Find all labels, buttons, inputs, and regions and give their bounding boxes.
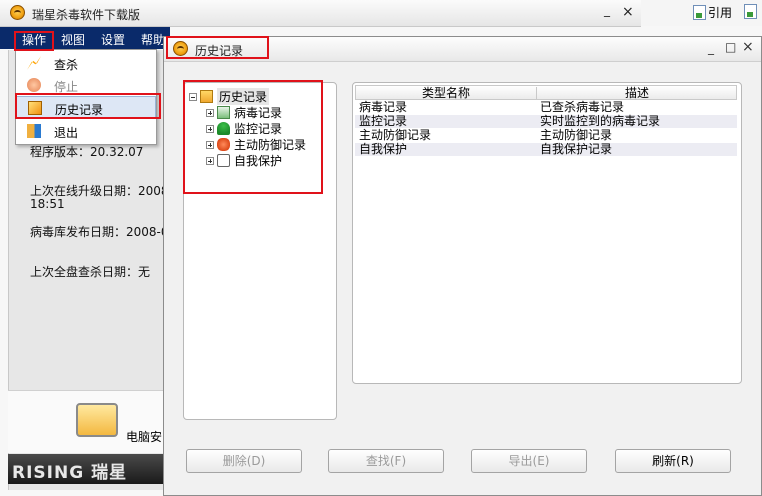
expand-toggle-icon[interactable]: [206, 140, 214, 149]
table-row[interactable]: 自我保护 自我保护记录: [355, 143, 737, 156]
operations-menu: 查杀 停止 历史记录 退出: [15, 49, 157, 145]
menu-item-stop[interactable]: 停止: [16, 74, 156, 96]
export-button[interactable]: 导出(E): [471, 449, 587, 473]
tree-node-label: 病毒记录: [234, 106, 283, 120]
history-list-panel: 类型名称 描述 病毒记录 已查杀病毒记录 监控记录 实时监控到的病毒记录 主动防…: [352, 82, 742, 384]
last-update-time: 18:51: [30, 197, 65, 211]
promo-label: 电脑安: [126, 430, 163, 444]
promo-area: 电脑安: [8, 390, 168, 453]
tree-node-monitor-log[interactable]: 监控记录: [206, 120, 282, 137]
table-row[interactable]: 监控记录 实时监控到的病毒记录: [355, 115, 737, 128]
tree-node-self-protection[interactable]: 自我保护: [206, 152, 282, 169]
cell-type: 病毒记录: [359, 100, 408, 114]
menu-item-exit[interactable]: 退出: [16, 120, 156, 142]
list-header: 类型名称 描述: [355, 85, 737, 100]
column-header-description[interactable]: 描述: [537, 86, 737, 100]
tree-node-virus-log[interactable]: 病毒记录: [206, 104, 282, 121]
menu-item-history-label: 历史记录: [55, 103, 104, 117]
toolbar-button-partial[interactable]: [744, 4, 757, 19]
maximize-button[interactable]: □: [725, 40, 736, 54]
expand-toggle-icon[interactable]: [206, 124, 214, 133]
tiger-logo-icon: [10, 5, 25, 20]
exit-icon: [27, 124, 41, 138]
table-row[interactable]: 主动防御记录 主动防御记录: [355, 129, 737, 142]
main-window-title: 瑞星杀毒软件下载版: [32, 8, 141, 22]
main-title-bar: 瑞星杀毒软件下载版 _ ×: [0, 0, 641, 27]
rising-brand-logo: RISING 瑞星: [12, 463, 128, 483]
menu-view[interactable]: 视图: [61, 31, 85, 48]
document-icon: [693, 5, 706, 20]
collapse-toggle-icon[interactable]: [189, 92, 197, 101]
expand-toggle-icon[interactable]: [206, 156, 214, 165]
menu-item-scan[interactable]: 查杀: [16, 52, 156, 74]
brand-bar: RISING 瑞星: [8, 454, 168, 484]
tiger-logo-icon: [173, 41, 188, 56]
tree-root-history[interactable]: 历史记录: [189, 88, 270, 105]
history-tree-panel: 历史记录 病毒记录 监控记录 主动防御记录 自我保护: [183, 82, 337, 420]
last-full-scan-date: 上次全盘查杀日期：无: [30, 265, 151, 279]
lock-icon: [217, 154, 230, 167]
menu-help[interactable]: 帮助: [141, 31, 165, 48]
history-title-bar[interactable]: 历史记录 _ □ ×: [164, 37, 761, 62]
cell-type: 自我保护: [359, 142, 408, 156]
cell-type: 主动防御记录: [359, 128, 432, 142]
tree-root-label: 历史记录: [217, 88, 270, 105]
minimize-button[interactable]: _: [708, 41, 714, 55]
background-app-toolbar: 引用: [641, 0, 762, 26]
refresh-button[interactable]: 刷新(R): [615, 449, 731, 473]
quote-label: 引用: [708, 6, 733, 20]
expand-toggle-icon[interactable]: [206, 108, 214, 117]
table-row[interactable]: 病毒记录 已查杀病毒记录: [355, 101, 737, 114]
virus-db-date: 病毒库发布日期：2008-0: [30, 225, 169, 239]
document-icon: [744, 4, 757, 19]
stop-icon: [27, 78, 41, 92]
delete-button[interactable]: 删除(D): [186, 449, 302, 473]
quote-toolbar-button[interactable]: 引用: [693, 4, 732, 21]
virus-log-icon: [217, 106, 230, 119]
close-button[interactable]: ×: [622, 4, 634, 20]
menu-item-scan-label: 查杀: [54, 58, 79, 72]
menu-item-history[interactable]: 历史记录: [16, 96, 156, 118]
cell-type: 监控记录: [359, 114, 408, 128]
program-version: 程序版本：20.32.07: [30, 145, 144, 159]
main-menubar: 操作 视图 设置 帮助: [0, 27, 170, 49]
menu-operations[interactable]: 操作: [22, 31, 46, 48]
computer-security-icon: [76, 403, 118, 437]
cell-description: 实时监控到的病毒记录: [540, 114, 661, 128]
tree-node-active-defense-log[interactable]: 主动防御记录: [206, 136, 306, 153]
find-button[interactable]: 查找(F): [328, 449, 444, 473]
close-button[interactable]: ×: [742, 39, 754, 55]
cell-description: 已查杀病毒记录: [540, 100, 625, 114]
menu-item-exit-label: 退出: [54, 126, 79, 140]
tree-node-label: 监控记录: [234, 122, 283, 136]
cell-description: 主动防御记录: [540, 128, 613, 142]
history-window-title: 历史记录: [195, 44, 244, 58]
cell-description: 自我保护记录: [540, 142, 613, 156]
history-icon: [28, 101, 42, 115]
menu-item-stop-label: 停止: [54, 80, 79, 94]
tree-node-label: 自我保护: [234, 154, 283, 168]
minimize-button[interactable]: _: [604, 3, 610, 17]
tree-node-label: 主动防御记录: [234, 138, 307, 152]
menu-settings[interactable]: 设置: [101, 31, 125, 48]
umbrella-icon: [217, 122, 230, 135]
history-folder-icon: [200, 90, 213, 103]
column-header-type[interactable]: 类型名称: [356, 86, 536, 100]
hand-shield-icon: [217, 138, 230, 151]
scan-icon: [27, 56, 41, 70]
history-window: 历史记录 _ □ × 历史记录 病毒记录 监控记录 主动防御记录 自我保护 类型…: [163, 36, 762, 496]
